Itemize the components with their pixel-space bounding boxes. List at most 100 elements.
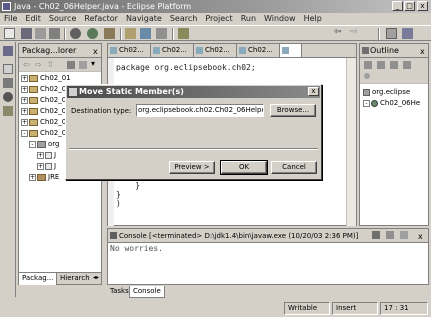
print-icon[interactable] [49,28,60,39]
new-package-icon[interactable] [125,28,136,39]
preview-button[interactable]: Preview > [169,161,215,174]
team-perspective-icon[interactable] [3,106,13,116]
remove-launch-icon[interactable] [386,231,394,239]
collapse-all-icon[interactable] [67,61,75,69]
run-icon[interactable] [87,28,98,39]
code-line[interactable]: } [116,181,140,190]
tree-item[interactable]: - Ch02_06 [21,129,71,138]
terminate-icon[interactable] [372,231,380,239]
java-file-icon [282,47,289,54]
save-all-icon[interactable] [35,28,46,39]
java-file-icon [239,47,246,54]
new-class-icon[interactable] [140,28,151,39]
close-view-icon[interactable]: x [420,45,425,58]
menu-refactor[interactable]: Refactor [80,13,122,25]
open-type-icon[interactable] [156,28,167,39]
tab-scroll-icon[interactable]: ◂▸ [93,274,99,281]
cancel-button[interactable]: Cancel [271,161,317,174]
save-icon[interactable] [21,28,32,39]
package-icon [363,88,370,96]
project-icon [29,74,38,82]
tree-item[interactable]: + Ch02_01 [21,74,71,83]
editor-tab-strip: Ch02... Ch02... Ch02... Ch02... [108,44,356,58]
menu-source[interactable]: Source [45,13,80,25]
minimize-button[interactable]: _ [392,1,403,11]
new-icon[interactable] [4,28,15,39]
close-window-button[interactable]: x [417,1,428,11]
editor-tab[interactable]: Ch02... [151,44,194,57]
tree-item[interactable]: - org [29,140,59,149]
tree-item[interactable]: + J [37,151,56,160]
back-icon[interactable]: ⇦ [334,28,345,39]
code-line-package[interactable]: package org.eclipsebook.ch02; [116,63,256,72]
view-menu-icon[interactable]: ▾ [91,59,95,68]
forward-icon[interactable]: ⇨ [35,60,42,69]
search-icon[interactable] [178,28,189,39]
console-icon [110,232,117,239]
package-explorer-title-bar: Packag...lorer x [19,44,101,58]
tab-package-explorer[interactable]: Packag... [19,273,58,285]
link-editor-icon[interactable] [79,61,87,69]
menu-run[interactable]: Run [237,13,260,25]
code-line[interactable]: } [116,190,121,199]
close-view-icon[interactable]: x [93,45,98,58]
external-tools-icon[interactable] [104,28,115,39]
resource-perspective-icon[interactable] [3,64,13,74]
destination-type-input[interactable]: org.eclipsebook.ch02.Ch02_06Helper [136,104,264,117]
code-line[interactable]: ) [116,199,121,208]
maximize-button[interactable]: □ [404,1,415,11]
menu-edit[interactable]: Edit [21,13,45,25]
up-icon[interactable]: ⇧ [47,60,54,69]
hide-fields-icon[interactable] [377,61,385,69]
java-file-icon [110,47,117,54]
menu-file[interactable]: File [0,13,21,25]
outline-item-package[interactable]: org.eclipse [363,88,410,97]
tab-console[interactable]: Console [129,286,165,298]
browse-button[interactable]: Browse... [270,104,316,117]
ok-button[interactable]: OK [220,160,268,175]
menu-bar: File Edit Source Refactor Navigate Search Proj… [0,13,431,25]
forward-icon[interactable]: ⇨ [350,28,361,39]
project-icon [29,118,38,126]
tree-item[interactable]: + J [37,162,56,171]
editor-tab-active[interactable] [280,44,302,57]
main-toolbar: ⇦ ⇨ [0,25,431,41]
open-perspective-icon[interactable] [3,46,13,56]
debug-icon[interactable] [70,28,81,39]
dialog-close-button[interactable]: x [308,87,319,96]
perspective-icon[interactable] [386,28,397,39]
class-icon [371,99,378,107]
eclipse-app-icon [2,2,11,11]
tree-item[interactable]: + Ch02_03 [21,96,71,105]
tab-hierarchy[interactable]: Hierarch [57,273,93,285]
menu-help[interactable]: Help [300,13,326,25]
clear-console-icon[interactable] [400,231,408,239]
java-perspective-icon[interactable] [3,78,13,88]
tree-item[interactable]: + Ch02_05 [21,118,71,127]
outline-item-class[interactable]: - Ch02_06He [363,99,420,108]
tree-item[interactable]: + Ch02_04 [21,107,71,116]
java-file-icon [45,162,52,170]
tree-item[interactable]: + JRE [29,173,59,182]
menu-project[interactable]: Project [201,13,236,25]
project-icon [29,96,38,104]
tree-item[interactable]: + Ch02_02 [21,85,71,94]
hide-nonpublic-icon[interactable] [403,61,411,69]
debug-perspective-icon[interactable] [3,92,13,102]
sort-icon[interactable] [364,61,372,69]
editor-overview-ruler [346,58,356,226]
editor-tab[interactable]: Ch02... [108,44,151,57]
move-static-members-dialog: Move Static Member(s) x Destination type… [65,84,322,180]
menu-window[interactable]: Window [260,13,300,25]
java-perspective-icon[interactable] [402,28,413,39]
hide-static-icon[interactable] [390,61,398,69]
outline-toolbar [360,58,428,84]
filter-icon[interactable] [364,73,370,79]
java-file-icon [196,47,203,54]
menu-search[interactable]: Search [166,13,201,25]
editor-tab[interactable]: Ch02... [237,44,280,57]
close-view-icon[interactable]: x [418,230,423,243]
back-icon[interactable]: ⇦ [23,60,30,69]
menu-navigate[interactable]: Navigate [122,13,166,25]
editor-tab[interactable]: Ch02... [194,44,237,57]
